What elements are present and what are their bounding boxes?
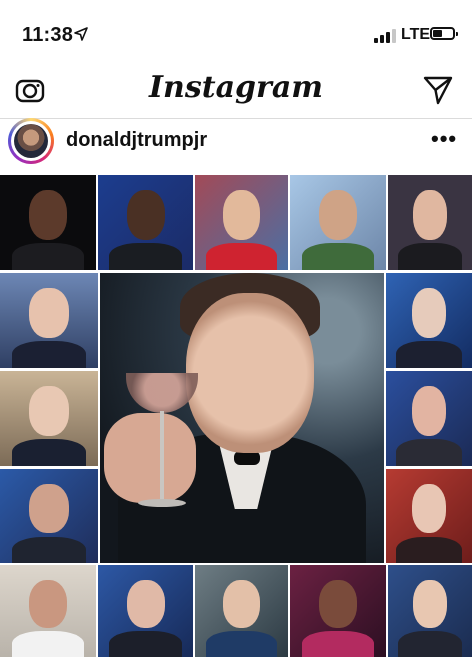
top-navigation: Instagram [0,62,472,119]
collage-center-photo [100,273,384,563]
collage-tile [386,273,472,368]
paper-plane-icon[interactable] [422,74,454,106]
collage-tile [0,565,96,657]
collage-tile [290,175,386,270]
collage-tile [195,175,288,270]
status-bar: 11:38 LTE [0,0,472,62]
collage-tile [386,371,472,466]
instagram-logo: Instagram [149,70,323,105]
collage-tile [98,565,193,657]
post-header: donaldjtrumpjr ••• [0,118,472,174]
story-ring[interactable] [8,118,54,164]
collage-tile [0,175,96,270]
collage-tile [0,469,98,563]
post-username[interactable]: donaldjtrumpjr [66,129,207,152]
location-arrow-icon [74,27,88,41]
collage-tile [98,175,193,270]
post-image[interactable] [0,175,472,657]
collage-tile [386,469,472,563]
avatar[interactable] [11,121,51,161]
collage-tile [388,175,472,270]
collage-tile [0,371,98,466]
collage-tile [388,565,472,657]
collage-tile [290,565,386,657]
signal-strength-icon [374,29,396,43]
status-time: 11:38 [22,24,74,46]
collage-tile [0,273,98,368]
battery-icon [430,27,458,40]
more-options-icon[interactable]: ••• [431,126,457,152]
network-label: LTE [401,26,431,43]
collage-tile [195,565,288,657]
